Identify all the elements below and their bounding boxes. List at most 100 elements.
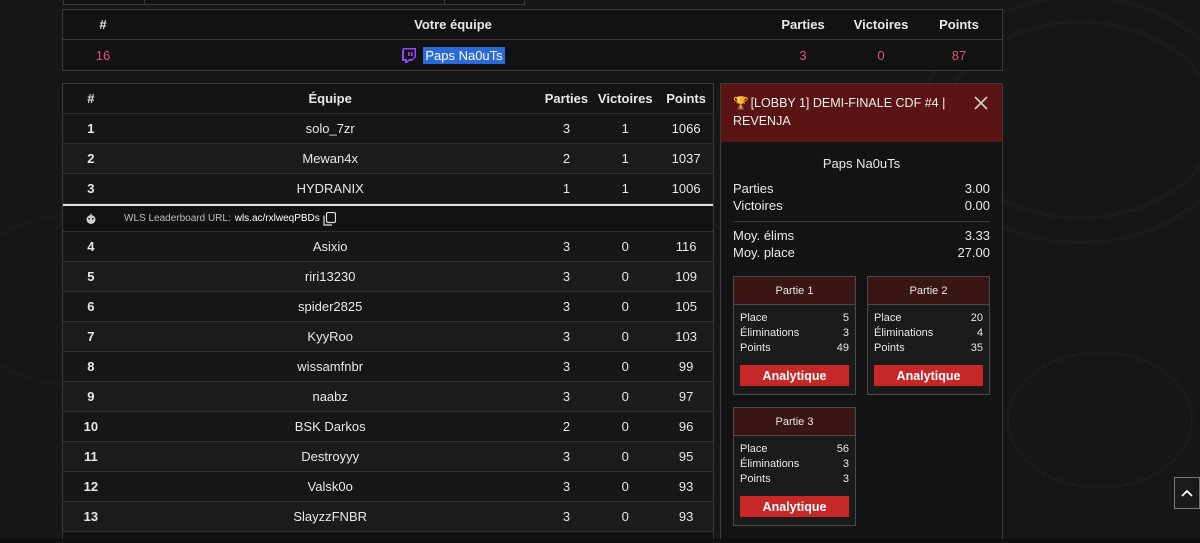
row-parties: 3 <box>562 269 571 284</box>
game-stat-value: 35 <box>970 341 983 354</box>
my-team-name[interactable]: Paps Na0uTs <box>423 46 505 64</box>
game-stat-label: Points <box>740 341 771 354</box>
game-stat-value: 56 <box>836 442 849 455</box>
row-victoires: 1 <box>621 181 629 196</box>
my-team-victoires: 0 <box>877 47 885 63</box>
row-points: 103 <box>675 329 697 344</box>
analytics-button[interactable]: Analytique <box>740 365 849 386</box>
table-row[interactable]: 11 Destroyyy 3 0 95 <box>63 442 713 472</box>
row-victoires: 0 <box>621 389 629 404</box>
row-points: 1006 <box>671 181 701 196</box>
row-parties: 3 <box>562 329 571 344</box>
game-stat-label: Place <box>740 311 768 324</box>
leaderboard-url-link[interactable]: wls.ac/rxlweqPBDs <box>235 213 320 224</box>
table-row[interactable]: 5 riri13230 3 0 109 <box>63 262 713 292</box>
my-team-header: # Votre équipe Parties Victoires Points <box>63 10 1002 40</box>
row-rank: 5 <box>87 269 95 284</box>
row-parties: 1 <box>562 181 571 196</box>
row-team: Mewan4x <box>302 151 358 166</box>
row-points: 1066 <box>671 121 701 136</box>
row-points: 93 <box>678 509 694 524</box>
row-points: 116 <box>675 239 697 254</box>
table-row[interactable]: 12 Valsk0o 3 0 93 <box>63 472 713 502</box>
games-grid: Partie 1 Place 5 Éliminations 3 Points 49 Analy… <box>721 262 1002 526</box>
game-stat-line: Éliminations 4 <box>868 325 989 340</box>
row-rank: 12 <box>83 479 99 494</box>
my-team-name-cell[interactable]: Paps Na0uTs <box>143 46 763 64</box>
row-team: KyyRoo <box>307 329 353 344</box>
row-rank: 13 <box>83 509 99 524</box>
game-stat-label: Points <box>740 472 771 485</box>
game-stat-value: 20 <box>970 311 983 324</box>
row-victoires: 0 <box>621 239 629 254</box>
table-row[interactable]: 8 wissamfnbr 3 0 99 <box>63 352 713 382</box>
table-row[interactable]: 10 BSK Darkos 2 0 96 <box>63 412 713 442</box>
col-points: Points <box>666 91 706 106</box>
game-stat-label: Éliminations <box>740 326 800 339</box>
row-victoires: 0 <box>621 269 629 284</box>
my-team-panel: # Votre équipe Parties Victoires Points … <box>62 9 1003 71</box>
table-row[interactable]: 2 Mewan4x 2 1 1037 <box>63 144 713 174</box>
close-button[interactable] <box>972 94 990 112</box>
row-victoires: 0 <box>621 479 629 494</box>
my-team-row: 16 Paps Na0uTs 3 0 87 <box>63 40 1002 70</box>
row-team: naabz <box>312 389 348 404</box>
row-parties: 3 <box>562 239 571 254</box>
leaderboard-table: # Équipe Parties Victoires Points 1 solo_… <box>62 83 714 543</box>
table-row[interactable]: 6 spider2825 3 0 105 <box>63 292 713 322</box>
row-parties: 3 <box>562 299 571 314</box>
team-detail-panel: 🏆 [LOBBY 1] DEMI-FINALE CDF #4 | REVENJA … <box>720 83 1003 543</box>
analytics-button[interactable]: Analytique <box>874 365 983 386</box>
bottom-bar <box>0 539 1200 543</box>
analytics-button[interactable]: Analytique <box>740 496 849 517</box>
stat-label: Moy. élims <box>733 228 795 243</box>
row-rank: 11 <box>84 449 98 464</box>
col-team: Équipe <box>308 91 352 106</box>
row-rank: 7 <box>87 329 95 344</box>
game-card: Partie 3 Place 56 Éliminations 3 Points 3 Analy… <box>733 407 856 526</box>
game-stat-label: Éliminations <box>740 457 800 470</box>
game-stat-line: Éliminations 3 <box>734 325 855 340</box>
my-team-points: 87 <box>951 47 967 63</box>
row-victoires: 0 <box>621 329 629 344</box>
game-stat-line: Points 3 <box>734 471 855 486</box>
scroll-to-top-button[interactable] <box>1174 477 1200 509</box>
url-label: WLS Leaderboard URL: <box>124 213 231 224</box>
row-parties: 3 <box>562 479 571 494</box>
close-icon[interactable] <box>974 96 988 110</box>
row-rank: 2 <box>87 151 95 166</box>
row-rank: 10 <box>83 419 99 434</box>
row-points: 105 <box>675 299 697 314</box>
stat-line: Victoires 0.00 <box>721 198 1002 215</box>
chevron-up-icon[interactable] <box>1181 489 1193 497</box>
row-victoires: 0 <box>621 299 629 314</box>
game-card: Partie 1 Place 5 Éliminations 3 Points 49 Analy… <box>733 276 856 395</box>
table-row[interactable]: 7 KyyRoo 3 0 103 <box>63 322 713 352</box>
my-team-rank: 16 <box>95 47 111 63</box>
game-stat-label: Place <box>740 442 768 455</box>
game-stat-value: 49 <box>836 341 849 354</box>
row-team: solo_7zr <box>305 121 355 136</box>
table-row[interactable]: 4 Asixio 3 0 116 <box>63 232 713 262</box>
table-row[interactable]: 9 naabz 3 0 97 <box>63 382 713 412</box>
leaderboard-url-row: WLS Leaderboard URL: wls.ac/rxlweqPBDs <box>63 204 713 232</box>
row-victoires: 0 <box>621 509 629 524</box>
game-title: Partie 1 <box>734 277 855 305</box>
twitch-icon[interactable] <box>401 47 417 63</box>
game-stat-line: Points 35 <box>868 340 989 355</box>
copy-icon[interactable] <box>323 211 336 226</box>
trophy-icon: 🏆 <box>733 96 749 110</box>
row-team: wissamfnbr <box>297 359 364 374</box>
stat-label: Parties <box>733 181 774 196</box>
row-parties: 3 <box>562 509 571 524</box>
table-row[interactable]: 3 HYDRANIX 1 1 1006 <box>63 174 713 204</box>
table-row[interactable]: 1 solo_7zr 3 1 1066 <box>63 114 713 144</box>
row-victoires: 1 <box>621 151 629 166</box>
row-points: 99 <box>678 359 694 374</box>
col-parties: Parties <box>544 91 589 106</box>
game-stat-label: Éliminations <box>874 326 934 339</box>
robot-icon <box>63 213 119 225</box>
header-victoires: Victoires <box>853 17 909 32</box>
row-team: Valsk0o <box>307 479 353 494</box>
table-row[interactable]: 13 SlayzzFNBR 3 0 93 <box>63 502 713 532</box>
